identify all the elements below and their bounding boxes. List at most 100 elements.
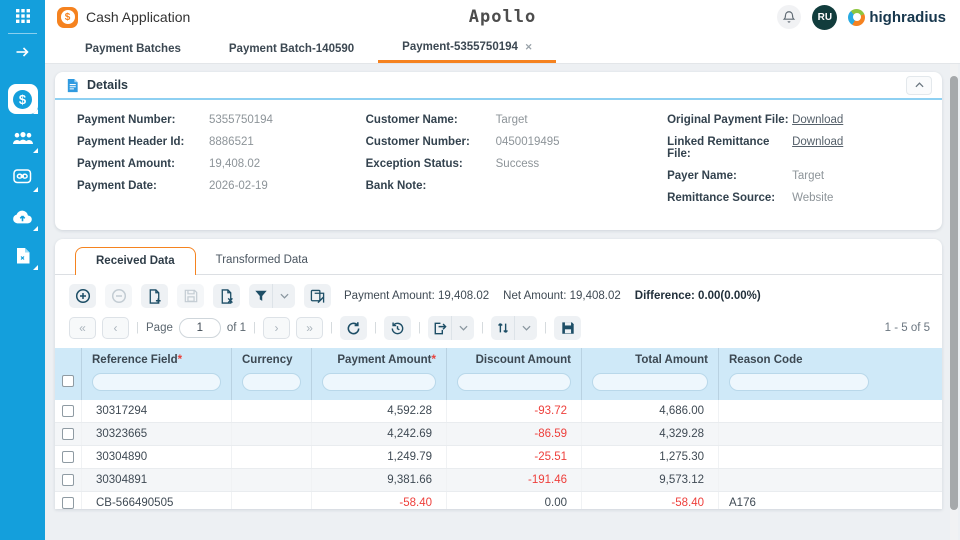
filter-input-discount-amount[interactable]	[457, 373, 571, 391]
save-row-button[interactable]	[177, 284, 204, 308]
sort-button[interactable]	[491, 316, 514, 340]
sidebar-item-customers[interactable]	[6, 123, 40, 153]
export-button[interactable]	[428, 316, 451, 340]
cell-reference[interactable]: 30323665	[82, 423, 232, 445]
field-value: Target	[495, 114, 528, 126]
sidebar-item-upload[interactable]	[6, 201, 40, 231]
cell-currency[interactable]	[232, 423, 312, 445]
cell-reason-code[interactable]	[719, 446, 942, 468]
select-all-checkbox[interactable]	[62, 375, 74, 387]
filter-input-currency[interactable]	[242, 373, 301, 391]
cell-currency[interactable]	[232, 446, 312, 468]
cell-total-amount[interactable]: 4,329.28	[582, 423, 719, 445]
cell-discount-amount[interactable]: -25.51	[447, 446, 582, 468]
cell-total-amount[interactable]: 1,275.30	[582, 446, 719, 468]
sort-dropdown-button[interactable]	[514, 316, 537, 340]
tab-payment-batch-140590[interactable]: Payment Batch-140590	[205, 34, 378, 63]
data-tab-bar: Received Data Transformed Data	[55, 239, 942, 275]
cell-payment-amount[interactable]: 4,592.28	[312, 400, 447, 422]
column-header-discount-amount[interactable]: Discount Amount	[447, 348, 582, 400]
filter-input-total-amount[interactable]	[592, 373, 708, 391]
separator: |	[544, 322, 548, 334]
cell-reference[interactable]: 30317294	[82, 400, 232, 422]
cell-currency[interactable]	[232, 469, 312, 491]
required-marker: *	[177, 354, 183, 366]
remove-row-button[interactable]	[105, 284, 132, 308]
cell-discount-amount[interactable]: -93.72	[447, 400, 582, 422]
column-header-currency[interactable]: Currency	[232, 348, 312, 400]
row-checkbox[interactable]	[62, 451, 74, 463]
download-payment-file-link[interactable]: Download	[792, 114, 843, 126]
cell-discount-amount[interactable]: -191.46	[447, 469, 582, 491]
export-dropdown-button[interactable]	[451, 316, 474, 340]
cell-total-amount[interactable]: -58.40	[582, 492, 719, 509]
sidebar-item-linked-data[interactable]	[6, 162, 40, 192]
cell-reference[interactable]: 30304890	[82, 446, 232, 468]
notifications-button[interactable]	[777, 5, 802, 29]
filter-input-reference-field[interactable]	[92, 373, 221, 391]
filter-button[interactable]	[249, 284, 272, 308]
sidebar-expand-button[interactable]	[0, 36, 45, 68]
filter-input-reason-code[interactable]	[729, 373, 869, 391]
column-header-total-amount[interactable]: Total Amount	[582, 348, 719, 400]
field-label: Payment Amount:	[77, 158, 175, 170]
tab-payment-batches[interactable]: Payment Batches	[61, 34, 205, 63]
row-checkbox[interactable]	[62, 474, 74, 486]
cell-payment-amount[interactable]: 9,381.66	[312, 469, 447, 491]
filter-dropdown-button[interactable]	[272, 284, 295, 308]
tab-transformed-data[interactable]: Transformed Data	[196, 247, 328, 274]
cell-reason-code[interactable]	[719, 469, 942, 491]
save-grid-button[interactable]	[554, 316, 582, 340]
refresh-button[interactable]	[340, 316, 368, 340]
separator: |	[330, 322, 334, 334]
sidebar-item-cash-application[interactable]: $	[6, 84, 40, 114]
column-header-payment-amount[interactable]: Payment Amount*	[312, 348, 447, 400]
add-row-button[interactable]	[69, 284, 96, 308]
row-checkbox[interactable]	[62, 405, 74, 417]
row-range-label: 1 - 5 of 5	[884, 322, 930, 334]
last-page-button[interactable]: »	[296, 317, 324, 339]
tab-close-icon[interactable]: ✕	[525, 42, 533, 53]
cell-currency[interactable]	[232, 400, 312, 422]
cell-reference[interactable]: 30304891	[82, 469, 232, 491]
cell-reason-code[interactable]: A176	[719, 492, 942, 509]
field-label: Bank Note:	[365, 180, 427, 192]
cell-discount-amount[interactable]: 0.00	[447, 492, 582, 509]
prev-page-button[interactable]: ‹	[102, 317, 129, 339]
cell-reference[interactable]: CB-566490505	[82, 492, 232, 509]
page-of-label: of 1	[226, 322, 247, 334]
details-collapse-button[interactable]	[906, 75, 932, 95]
cell-total-amount[interactable]: 4,686.00	[582, 400, 719, 422]
bulk-edit-button[interactable]	[304, 284, 331, 308]
cell-currency[interactable]	[232, 492, 312, 509]
next-page-button[interactable]: ›	[263, 317, 291, 339]
user-avatar[interactable]: RU	[812, 4, 838, 30]
cell-payment-amount[interactable]: -58.40	[312, 492, 447, 509]
column-header-reason-code[interactable]: Reason Code	[719, 348, 942, 400]
page-number-input[interactable]	[178, 318, 221, 338]
scrollbar-thumb[interactable]	[950, 76, 958, 510]
app-launcher-button[interactable]	[0, 0, 45, 32]
top-header-bar: $ Cash Application Apollo RU highradius	[45, 0, 960, 34]
sidebar-item-documents[interactable]	[6, 240, 40, 270]
copy-row-button[interactable]	[141, 284, 168, 308]
download-remittance-file-link[interactable]: Download	[792, 136, 843, 160]
history-button[interactable]	[384, 316, 412, 340]
cell-reason-code[interactable]	[719, 400, 942, 422]
cell-payment-amount[interactable]: 4,242.69	[312, 423, 447, 445]
first-page-button[interactable]: «	[69, 317, 96, 339]
apollo-brand-logo: Apollo	[468, 7, 537, 27]
net-amount-summary: Net Amount: 19,408.02	[503, 290, 621, 302]
remove-file-button[interactable]	[213, 284, 240, 308]
cell-total-amount[interactable]: 9,573.12	[582, 469, 719, 491]
field-value: Success	[495, 158, 540, 170]
tab-payment-5355750194[interactable]: Payment-5355750194 ✕	[378, 34, 557, 63]
cell-payment-amount[interactable]: 1,249.79	[312, 446, 447, 468]
column-header-reference-field[interactable]: Reference Field*	[82, 348, 232, 400]
row-checkbox[interactable]	[62, 428, 74, 440]
filter-input-payment-amount[interactable]	[322, 373, 436, 391]
cell-discount-amount[interactable]: -86.59	[447, 423, 582, 445]
row-checkbox[interactable]	[62, 497, 74, 509]
cell-reason-code[interactable]	[719, 423, 942, 445]
tab-received-data[interactable]: Received Data	[75, 247, 196, 275]
